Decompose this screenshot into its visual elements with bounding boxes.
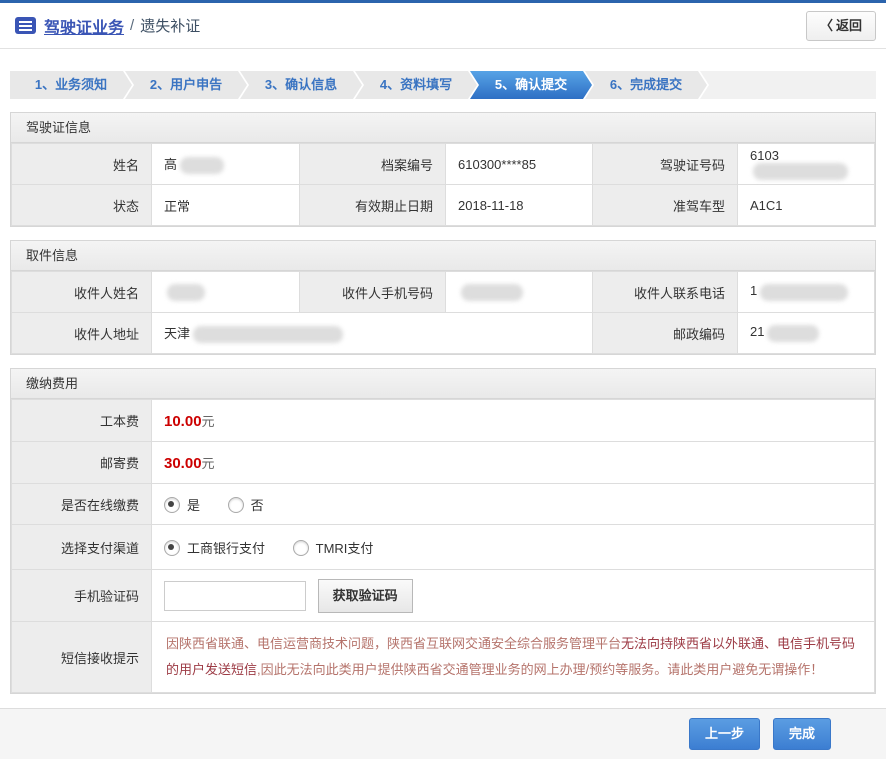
- redaction-blur: [193, 326, 343, 343]
- pickup-info-table: 收件人姓名 收件人手机号码 收件人联系电话 1 收件人地址 天津 邮政编码 21: [11, 271, 875, 354]
- expiry-value: 2018-11-18: [446, 185, 593, 226]
- redaction-blur: [760, 284, 848, 301]
- table-row: 邮寄费 30.00元: [12, 442, 875, 484]
- chevron-left-icon: 〈: [820, 18, 833, 33]
- radio-checked-icon: [164, 497, 180, 513]
- license-number-value: 6103: [738, 144, 875, 185]
- get-captcha-button[interactable]: 获取验证码: [318, 579, 413, 613]
- status-value: 正常: [152, 185, 300, 226]
- recipient-phone-label: 收件人联系电话: [593, 272, 738, 313]
- finish-button[interactable]: 完成: [773, 718, 831, 750]
- table-row: 工本费 10.00元: [12, 400, 875, 442]
- file-number-value: 610300****85: [446, 144, 593, 185]
- license-info-table: 姓名 高 档案编号 610300****85 驾驶证号码 6103 状态 正常 …: [11, 143, 875, 226]
- footer-action-bar: 上一步 完成: [0, 708, 886, 759]
- breadcrumb-current: 遗失补证: [140, 15, 200, 36]
- table-row: 手机验证码 获取验证码: [12, 570, 875, 622]
- mail-fee-label: 邮寄费: [12, 442, 152, 484]
- step-tab-4[interactable]: 4、资料填写: [355, 71, 477, 99]
- work-fee-value: 10.00元: [152, 400, 875, 442]
- vehicle-type-label: 准驾车型: [593, 185, 738, 226]
- step-tab-6[interactable]: 6、完成提交: [585, 71, 707, 99]
- recipient-name-label: 收件人姓名: [12, 272, 152, 313]
- radio-channel-tmri[interactable]: TMRI支付: [293, 538, 374, 557]
- sms-warning-text: 因陕西省联通、电信运营商技术问题，陕西省互联网交通安全综合服务管理平台无法向持陕…: [152, 622, 874, 692]
- step-tab-2[interactable]: 2、用户申告: [125, 71, 247, 99]
- step-tab-3[interactable]: 3、确认信息: [240, 71, 362, 99]
- radio-online-no[interactable]: 否: [228, 495, 264, 514]
- radio-online-yes[interactable]: 是: [164, 495, 200, 514]
- file-number-label: 档案编号: [300, 144, 446, 185]
- recipient-name-value: [152, 272, 300, 313]
- table-row: 收件人地址 天津 邮政编码 21: [12, 313, 875, 354]
- page-title-link[interactable]: 驾驶证业务: [44, 14, 124, 38]
- vehicle-type-value: A1C1: [738, 185, 875, 226]
- table-row: 收件人姓名 收件人手机号码 收件人联系电话 1: [12, 272, 875, 313]
- table-row: 姓名 高 档案编号 610300****85 驾驶证号码 6103: [12, 144, 875, 185]
- payment-channel-options: 工商银行支付 TMRI支付: [152, 525, 875, 570]
- step-tab-1[interactable]: 1、业务须知: [10, 71, 132, 99]
- payment-channel-label: 选择支付渠道: [12, 525, 152, 570]
- radio-checked-icon: [164, 540, 180, 556]
- radio-unchecked-icon: [228, 497, 244, 513]
- captcha-label: 手机验证码: [12, 570, 152, 622]
- sms-tip-value: 因陕西省联通、电信运营商技术问题，陕西省互联网交通安全综合服务管理平台无法向持陕…: [152, 622, 875, 693]
- table-row: 状态 正常 有效期止日期 2018-11-18 准驾车型 A1C1: [12, 185, 875, 226]
- recipient-mobile-label: 收件人手机号码: [300, 272, 446, 313]
- license-section-title: 驾驶证信息: [11, 113, 875, 143]
- license-info-section: 驾驶证信息 姓名 高 档案编号 610300****85 驾驶证号码 6103 …: [10, 112, 876, 227]
- table-row: 选择支付渠道 工商银行支付 TMRI支付: [12, 525, 875, 570]
- back-button-label: 返回: [836, 18, 862, 33]
- fees-table: 工本费 10.00元 邮寄费 30.00元 是否在线缴费 是 否 选择支付渠道 …: [11, 399, 875, 693]
- recipient-address-label: 收件人地址: [12, 313, 152, 354]
- status-label: 状态: [12, 185, 152, 226]
- name-value: 高: [152, 144, 300, 185]
- postcode-value: 21: [738, 313, 875, 354]
- table-row: 是否在线缴费 是 否: [12, 484, 875, 525]
- recipient-address-value: 天津: [152, 313, 593, 354]
- pickup-section-title: 取件信息: [11, 241, 875, 271]
- step-tab-5-active[interactable]: 5、确认提交: [470, 71, 592, 99]
- sms-tip-label: 短信接收提示: [12, 622, 152, 693]
- captcha-input[interactable]: [164, 581, 306, 611]
- fees-section-title: 缴纳费用: [11, 369, 875, 399]
- fees-section: 缴纳费用 工本费 10.00元 邮寄费 30.00元 是否在线缴费 是 否 选择…: [10, 368, 876, 694]
- expiry-label: 有效期止日期: [300, 185, 446, 226]
- step-progress-bar: 1、业务须知 2、用户申告 3、确认信息 4、资料填写 5、确认提交 6、完成提…: [10, 71, 876, 99]
- mail-fee-value: 30.00元: [152, 442, 875, 484]
- license-service-icon: [15, 17, 36, 34]
- radio-unchecked-icon: [293, 540, 309, 556]
- redaction-blur: [167, 284, 205, 301]
- name-label: 姓名: [12, 144, 152, 185]
- breadcrumb-separator: /: [130, 17, 134, 34]
- page-header: 驾驶证业务 / 遗失补证 〈返回: [0, 3, 886, 49]
- online-payment-options: 是 否: [152, 484, 875, 525]
- recipient-mobile-value: [446, 272, 593, 313]
- work-fee-label: 工本费: [12, 400, 152, 442]
- recipient-phone-value: 1: [738, 272, 875, 313]
- postcode-label: 邮政编码: [593, 313, 738, 354]
- redaction-blur: [461, 284, 523, 301]
- captcha-cell: 获取验证码: [152, 570, 875, 622]
- online-payment-label: 是否在线缴费: [12, 484, 152, 525]
- previous-step-button[interactable]: 上一步: [689, 718, 760, 750]
- redaction-blur: [180, 157, 224, 174]
- radio-channel-icbc[interactable]: 工商银行支付: [164, 538, 265, 557]
- step-bar-filler: [700, 71, 876, 99]
- redaction-blur: [767, 325, 819, 342]
- license-number-label: 驾驶证号码: [593, 144, 738, 185]
- table-row: 短信接收提示 因陕西省联通、电信运营商技术问题，陕西省互联网交通安全综合服务管理…: [12, 622, 875, 693]
- pickup-info-section: 取件信息 收件人姓名 收件人手机号码 收件人联系电话 1 收件人地址 天津 邮政…: [10, 240, 876, 355]
- back-button[interactable]: 〈返回: [806, 11, 876, 41]
- redaction-blur: [753, 163, 848, 180]
